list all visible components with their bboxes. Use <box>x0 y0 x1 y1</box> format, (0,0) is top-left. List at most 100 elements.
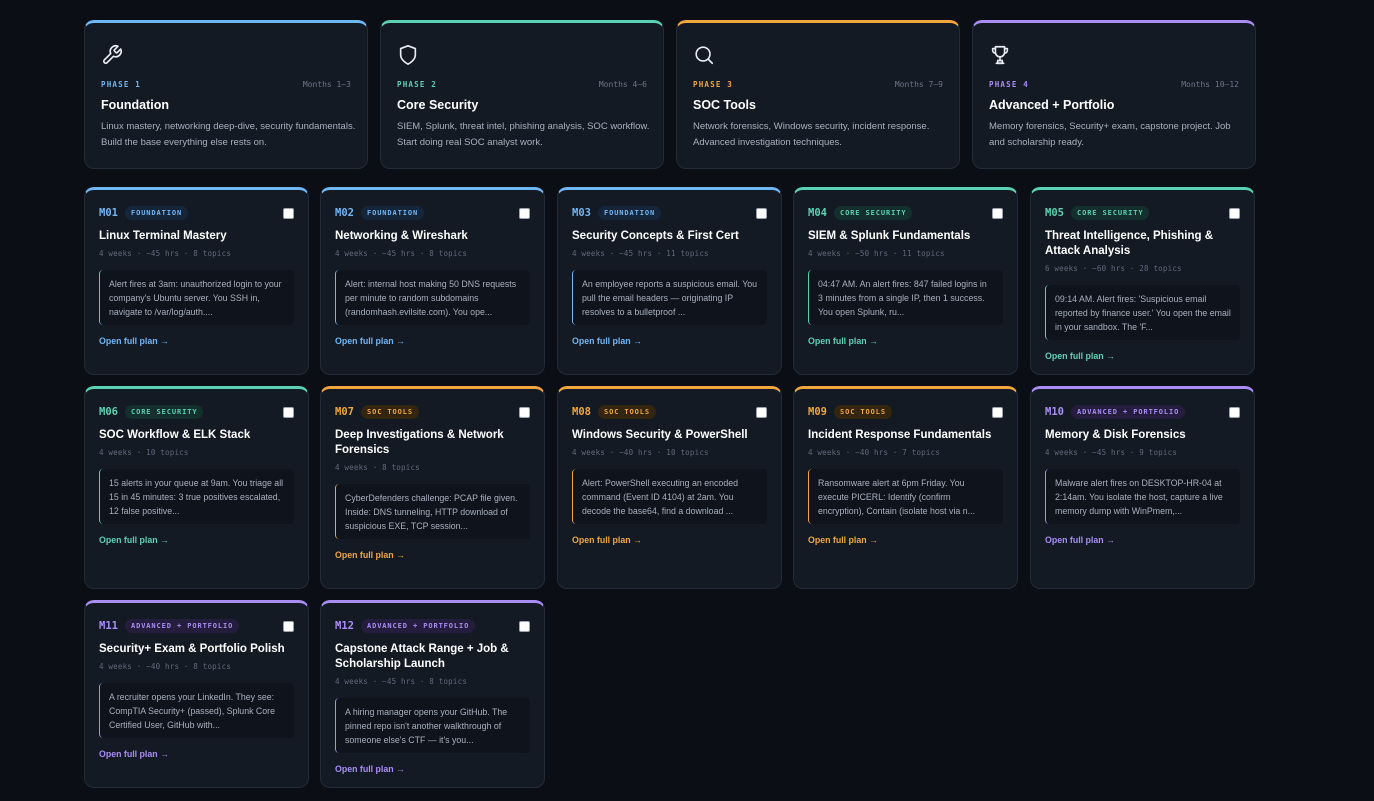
module-title: Memory & Disk Forensics <box>1045 429 1186 441</box>
module-meta: 4 weeks · ~40 hrs · 7 topics <box>808 448 941 457</box>
module-card-m10[interactable]: M10 ADVANCED + PORTFOLIO Memory & Disk Fo… <box>1030 386 1255 589</box>
open-full-plan-link[interactable]: Open full plan → <box>808 535 1003 545</box>
module-meta: 4 weeks · ~45 hrs · 9 topics <box>1045 448 1178 457</box>
module-phase-badge: ADVANCED + PORTFOLIO <box>124 619 240 633</box>
module-card-m09[interactable]: M09 SOC TOOLS Incident Response Fundament… <box>793 386 1018 589</box>
module-scenario: 04:47 AM. An alert fires: 847 failed log… <box>808 270 1003 325</box>
open-full-plan-link[interactable]: Open full plan → <box>99 749 294 759</box>
module-code: M02 <box>335 207 354 219</box>
complete-checkbox[interactable] <box>1229 208 1240 219</box>
module-code: M04 <box>808 207 827 219</box>
module-title: SOC Workflow & ELK Stack <box>99 429 251 441</box>
module-phase-badge: FOUNDATION <box>597 206 662 220</box>
complete-checkbox[interactable] <box>756 208 767 219</box>
complete-checkbox[interactable] <box>992 407 1003 418</box>
module-card-m03[interactable]: M03 FOUNDATION Security Concepts & First … <box>557 187 782 375</box>
module-card-m07[interactable]: M07 SOC TOOLS Deep Investigations & Netwo… <box>320 386 545 589</box>
phase-card-1: PHASE 1 Months 1–3 Foundation Linux maste… <box>84 20 368 169</box>
module-meta: 4 weeks · 8 topics <box>335 463 420 472</box>
complete-checkbox[interactable] <box>283 208 294 219</box>
phase-months: Months 7–9 <box>894 80 943 89</box>
module-phase-badge: SOC TOOLS <box>597 405 656 419</box>
module-card-m05[interactable]: M05 CORE SECURITY Threat Intelligence, Ph… <box>1030 187 1255 375</box>
module-meta: 4 weeks · ~40 hrs · 8 topics <box>99 662 232 671</box>
complete-checkbox[interactable] <box>283 407 294 418</box>
module-code: M07 <box>335 406 354 418</box>
open-full-plan-link[interactable]: Open full plan → <box>335 336 530 346</box>
module-code: M06 <box>99 406 118 418</box>
module-phase-badge: FOUNDATION <box>124 206 189 220</box>
shield-icon <box>399 45 417 65</box>
module-phase-badge: SOC TOOLS <box>360 405 419 419</box>
module-meta: 4 weeks · ~45 hrs · 8 topics <box>335 249 468 258</box>
module-scenario: A recruiter opens your LinkedIn. They se… <box>99 683 294 738</box>
module-card-m11[interactable]: M11 ADVANCED + PORTFOLIO Security+ Exam &… <box>84 600 309 788</box>
module-meta: 4 weeks · ~45 hrs · 11 topics <box>572 249 709 258</box>
open-full-plan-link[interactable]: Open full plan → <box>99 336 294 346</box>
phase-description: Linux mastery, networking deep-dive, sec… <box>101 121 356 148</box>
complete-checkbox[interactable] <box>519 407 530 418</box>
complete-checkbox[interactable] <box>283 621 294 632</box>
module-card-m08[interactable]: M08 SOC TOOLS Windows Security & PowerShe… <box>557 386 782 589</box>
phase-tag: PHASE 4 <box>989 80 1030 89</box>
module-scenario: 15 alerts in your queue at 9am. You tria… <box>99 469 294 524</box>
module-card-m01[interactable]: M01 FOUNDATION Linux Terminal Mastery 4 w… <box>84 187 309 375</box>
phase-card-3: PHASE 3 Months 7–9 SOC Tools Network fore… <box>676 20 960 169</box>
module-title: Deep Investigations & Network Forensics <box>335 429 504 456</box>
complete-checkbox[interactable] <box>1229 407 1240 418</box>
module-title: Windows Security & PowerShell <box>572 429 748 441</box>
module-phase-badge: CORE SECURITY <box>833 206 913 220</box>
module-title: Capstone Attack Range + Job & Scholarshi… <box>335 643 509 670</box>
module-code: M05 <box>1045 207 1064 219</box>
module-title: Security Concepts & First Cert <box>572 230 739 242</box>
open-full-plan-link[interactable]: Open full plan → <box>1045 351 1240 361</box>
module-phase-badge: CORE SECURITY <box>124 405 204 419</box>
module-meta: 6 weeks · ~60 hrs · 28 topics <box>1045 264 1182 273</box>
module-scenario: Alert fires at 3am: unauthorized login t… <box>99 270 294 325</box>
phase-title: Core Security <box>397 98 479 112</box>
module-card-m06[interactable]: M06 CORE SECURITY SOC Workflow & ELK Stac… <box>84 386 309 589</box>
complete-checkbox[interactable] <box>519 208 530 219</box>
module-title: Incident Response Fundamentals <box>808 429 992 441</box>
module-title: Linux Terminal Mastery <box>99 230 227 242</box>
phase-title: Foundation <box>101 98 170 112</box>
open-full-plan-link[interactable]: Open full plan → <box>335 764 530 774</box>
module-phase-badge: CORE SECURITY <box>1070 206 1150 220</box>
module-code: M09 <box>808 406 827 418</box>
phase-tag: PHASE 2 <box>397 80 438 89</box>
module-scenario: An employee reports a suspicious email. … <box>572 270 767 325</box>
search-icon <box>695 46 714 65</box>
phase-title: Advanced + Portfolio <box>989 98 1115 112</box>
open-full-plan-link[interactable]: Open full plan → <box>335 550 530 560</box>
open-full-plan-link[interactable]: Open full plan → <box>572 535 767 545</box>
module-phase-badge: SOC TOOLS <box>833 405 892 419</box>
module-meta: 4 weeks · ~40 hrs · 10 topics <box>572 448 709 457</box>
module-meta: 4 weeks · ~45 hrs · 8 topics <box>99 249 232 258</box>
wrench-icon <box>103 45 122 64</box>
module-scenario: Alert: PowerShell executing an encoded c… <box>572 469 767 524</box>
open-full-plan-link[interactable]: Open full plan → <box>572 336 767 346</box>
module-scenario: A hiring manager opens your GitHub. The … <box>335 698 530 753</box>
phase-card-2: PHASE 2 Months 4–6 Core Security SIEM, Sp… <box>380 20 664 169</box>
complete-checkbox[interactable] <box>756 407 767 418</box>
phase-card-4: PHASE 4 Months 10–12 Advanced + Portfolio… <box>972 20 1256 169</box>
complete-checkbox[interactable] <box>519 621 530 632</box>
open-full-plan-link[interactable]: Open full plan → <box>99 535 294 545</box>
phase-months: Months 10–12 <box>1181 80 1239 89</box>
module-meta: 4 weeks · 10 topics <box>99 448 189 457</box>
phase-tag: PHASE 3 <box>693 80 734 89</box>
module-card-m12[interactable]: M12 ADVANCED + PORTFOLIO Capstone Attack … <box>320 600 545 788</box>
module-card-m02[interactable]: M02 FOUNDATION Networking & Wireshark 4 w… <box>320 187 545 375</box>
module-scenario: CyberDefenders challenge: PCAP file give… <box>335 484 530 539</box>
phase-description: SIEM, Splunk, threat intel, phishing ana… <box>397 121 650 148</box>
module-card-m04[interactable]: M04 CORE SECURITY SIEM & Splunk Fundament… <box>793 187 1018 375</box>
open-full-plan-link[interactable]: Open full plan → <box>1045 535 1240 545</box>
module-code: M03 <box>572 207 591 219</box>
phase-cards: PHASE 1 Months 1–3 Foundation Linux maste… <box>84 20 1256 169</box>
phase-description: Network forensics, Windows security, inc… <box>693 121 930 148</box>
module-phase-badge: FOUNDATION <box>360 206 425 220</box>
module-title: Threat Intelligence, Phishing & Attack A… <box>1045 230 1214 257</box>
complete-checkbox[interactable] <box>992 208 1003 219</box>
module-phase-badge: ADVANCED + PORTFOLIO <box>360 619 476 633</box>
open-full-plan-link[interactable]: Open full plan → <box>808 336 1003 346</box>
